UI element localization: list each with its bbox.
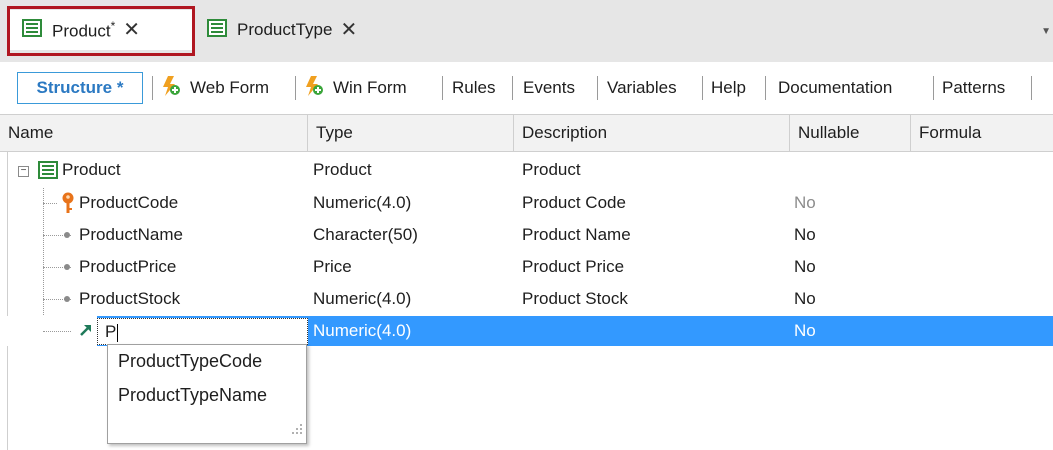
document-tab-strip: Product* ✕ ProductType ✕ ▼ (0, 0, 1053, 62)
cell-nullable: No (794, 225, 816, 244)
separator (765, 76, 766, 100)
cell-description: Product Stock (522, 289, 628, 308)
cell-name: Product (62, 160, 121, 179)
tab-variables[interactable]: Variables (607, 72, 677, 104)
cell-nullable: No (794, 289, 816, 308)
separator (442, 76, 443, 100)
column-header-nullable[interactable]: Nullable (790, 115, 911, 151)
lightning-icon (303, 75, 325, 102)
tab-label: ProductType (237, 20, 333, 39)
separator (152, 76, 153, 100)
column-header-name[interactable]: Name (0, 115, 308, 151)
cell-type: Price (313, 257, 352, 276)
transaction-icon (207, 18, 227, 42)
tab-help[interactable]: Help (711, 72, 746, 104)
column-header-formula[interactable]: Formula (911, 115, 1053, 151)
collapse-icon[interactable]: − (18, 166, 29, 177)
cell-nullable: No (794, 257, 816, 276)
cell-name: ProductPrice (79, 257, 177, 276)
cell-type: Numeric(4.0) (313, 193, 412, 212)
active-tab-highlight (7, 6, 195, 56)
cell-name: ProductStock (79, 289, 181, 308)
tab-events[interactable]: Events (523, 72, 575, 104)
separator (702, 76, 703, 100)
cell-name: ProductName (79, 225, 183, 244)
table-row[interactable]: ProductName Character(50) Product Name N… (0, 219, 1053, 251)
attribute-dot-icon (63, 283, 71, 315)
transaction-icon (38, 161, 58, 179)
cell-nullable: No (794, 321, 816, 340)
close-icon[interactable]: ✕ (340, 20, 357, 40)
cell-nullable: No (794, 193, 816, 212)
tab-rules[interactable]: Rules (452, 72, 495, 104)
object-toolbar: Structure * Web Form Win Form Rules Even… (0, 62, 1053, 114)
column-header-description[interactable]: Description (514, 115, 790, 151)
grid-header: Name Type Description Nullable Formula (0, 114, 1053, 152)
separator (597, 76, 598, 100)
tab-win-form[interactable]: Win Form (303, 72, 407, 104)
column-header-type[interactable]: Type (308, 115, 514, 151)
separator (1031, 76, 1032, 100)
separator (933, 76, 934, 100)
table-row[interactable]: ProductPrice Price Product Price No (0, 251, 1053, 283)
table-row[interactable]: ProductCode Numeric(4.0) Product Code No (0, 187, 1053, 219)
cell-type: Numeric(4.0) (313, 321, 412, 340)
table-row-root[interactable]: − Product Product Product (0, 154, 1053, 186)
cell-type: Character(50) (313, 225, 418, 244)
tab-documentation[interactable]: Documentation (778, 72, 892, 104)
cell-description: Product Price (522, 257, 625, 276)
attribute-dot-icon (63, 251, 71, 283)
tab-web-form[interactable]: Web Form (160, 72, 269, 104)
foreign-key-arrow-icon (79, 323, 93, 342)
name-edit-input[interactable]: P (97, 318, 308, 345)
autocomplete-item[interactable]: ProductTypeCode (118, 351, 262, 372)
tab-structure[interactable]: Structure * (17, 72, 143, 104)
cell-description: Product (522, 160, 581, 179)
autocomplete-item[interactable]: ProductTypeName (118, 385, 267, 406)
cell-description: Product Name (522, 225, 631, 244)
separator (295, 76, 296, 100)
key-icon (60, 192, 76, 214)
cell-type: Product (313, 160, 372, 179)
lightning-icon (160, 75, 182, 102)
text-caret (117, 323, 119, 342)
autocomplete-dropdown: ProductTypeCode ProductTypeName (107, 344, 307, 444)
cell-type: Numeric(4.0) (313, 289, 412, 308)
tab-producttype[interactable]: ProductType ✕ (203, 10, 393, 50)
tab-patterns[interactable]: Patterns (942, 72, 1005, 104)
cell-name: ProductCode (79, 193, 179, 212)
tree-connector (43, 331, 71, 332)
resize-grip-icon[interactable] (291, 422, 303, 440)
separator (512, 76, 513, 100)
attribute-dot-icon (63, 219, 71, 251)
table-row[interactable]: ProductStock Numeric(4.0) Product Stock … (0, 283, 1053, 315)
cell-description: Product Code (522, 193, 626, 212)
chevron-down-icon[interactable]: ▼ (1041, 26, 1051, 37)
